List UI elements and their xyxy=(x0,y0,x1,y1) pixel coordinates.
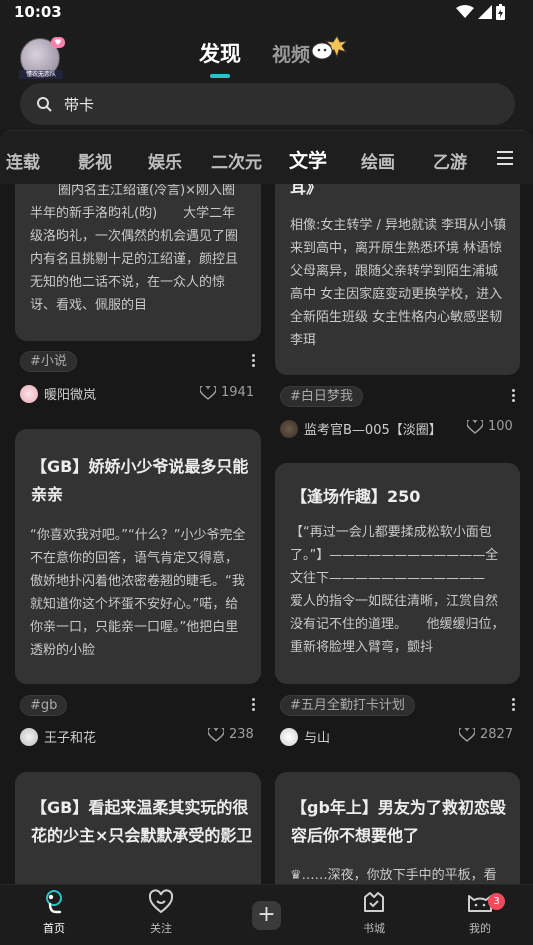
heart-icon: ♥ xyxy=(51,37,65,48)
category-film[interactable]: 影视 xyxy=(78,148,112,173)
post-tag[interactable]: #gb xyxy=(20,695,68,716)
like-count[interactable]: 2827 xyxy=(459,727,513,742)
heart-outline-icon xyxy=(200,385,216,400)
header: ♥ 懂农无恋队 发现 视频 带卡 xyxy=(0,24,533,130)
like-count[interactable]: 100 xyxy=(467,419,513,434)
like-number: 1941 xyxy=(221,385,255,400)
create-post-button[interactable]: + xyxy=(252,901,281,930)
category-literature[interactable]: 文学 xyxy=(289,146,327,173)
post-card[interactable]: 圈内名主江绍谨(冷言)×刚入圈半年的新手洛昀礼(昀) 大学二年级洛昀礼，一次偶然… xyxy=(15,184,261,341)
author-name: 暖阳微岚 xyxy=(44,388,97,403)
nav-home[interactable]: 首页 xyxy=(24,889,84,936)
battery-icon xyxy=(496,4,505,20)
video-cat-icon xyxy=(311,35,349,60)
post-excerpt: 圈内名主江绍谨(冷言)×刚入圈半年的新手洛昀礼(昀) 大学二年级洛昀礼，一次偶然… xyxy=(30,184,239,313)
post-title: 【gb年上】男友为了救初恋毁容后你不想要他了 xyxy=(291,798,506,845)
like-number: 2827 xyxy=(480,727,514,742)
plus-icon: + xyxy=(257,902,276,927)
nav-profile-label: 我的 xyxy=(469,922,491,935)
tab-discover[interactable]: 发现 xyxy=(199,38,241,68)
heart-outline-icon xyxy=(208,727,224,742)
heart-outline-icon xyxy=(459,727,475,742)
category-bar: 连载 影视 娱乐 二次元 文学 绘画 乙游 xyxy=(0,130,533,184)
search-query: 带卡 xyxy=(64,96,95,114)
like-number: 100 xyxy=(488,419,513,434)
home-icon xyxy=(46,890,62,914)
post-title: 【逢场作趣】250 xyxy=(291,487,421,506)
post-author[interactable]: 监考官B—005【淡圈】 xyxy=(280,419,442,438)
post-author[interactable]: 王子和花 xyxy=(20,727,96,746)
like-count[interactable]: 238 xyxy=(208,727,254,742)
user-avatar[interactable]: ♥ 懂农无恋队 xyxy=(19,37,65,79)
author-name: 王子和花 xyxy=(44,731,97,746)
post-card[interactable]: 【GB】看起来温柔其实玩的很花的少主×只会默默承受的影卫 xyxy=(15,772,261,884)
author-name: 与山 xyxy=(304,731,331,746)
heart-outline-icon xyxy=(467,419,483,434)
post-tag[interactable]: #小说 xyxy=(20,351,77,372)
post-tag[interactable]: #五月全勤打卡计划 xyxy=(280,695,415,716)
post-excerpt: 相像:女主转学 / 异地就读 李珥从小镇来到高中，离开原生熟悉环境 林语惊父母离… xyxy=(290,218,507,348)
nav-follow-label: 关注 xyxy=(150,922,172,935)
like-number: 238 xyxy=(229,727,254,742)
category-painting[interactable]: 绘画 xyxy=(361,148,395,173)
like-count[interactable]: 1941 xyxy=(200,385,254,400)
follow-heart-icon xyxy=(148,889,174,914)
more-options-icon[interactable] xyxy=(508,696,518,714)
menu-icon[interactable] xyxy=(497,151,513,165)
post-excerpt: “你喜欢我对吧。”“什么？”小少爷完全不在意你的回答，语气肯定又得意，傲娇地扑闪… xyxy=(30,528,246,658)
author-avatar xyxy=(280,419,298,438)
category-otome[interactable]: 乙游 xyxy=(433,148,467,173)
post-title: 耳》 xyxy=(290,184,323,197)
post-card[interactable]: 【GB】娇娇小少爷说最多只能亲亲 “你喜欢我对吧。”“什么？”小少爷完全不在意你… xyxy=(15,429,261,684)
notification-badge: 3 xyxy=(488,893,505,910)
author-avatar xyxy=(20,727,38,746)
feed: 圈内名主江绍谨(冷言)×刚入圈半年的新手洛昀礼(昀) 大学二年级洛昀礼，一次偶然… xyxy=(0,184,533,884)
search-bar[interactable]: 带卡 xyxy=(20,83,515,125)
more-options-icon[interactable] xyxy=(508,387,518,405)
status-icons xyxy=(456,4,505,20)
post-title: 【GB】娇娇小少爷说最多只能亲亲 xyxy=(31,457,249,504)
avatar-caption: 懂农无恋队 xyxy=(19,70,63,79)
search-icon xyxy=(37,97,52,112)
wifi-icon xyxy=(456,5,474,18)
post-card[interactable]: 耳》 相像:女主转学 / 异地就读 李珥从小镇来到高中，离开原生熟悉环境 林语惊… xyxy=(275,184,520,375)
more-options-icon[interactable] xyxy=(248,352,258,370)
nav-bookstore[interactable]: 书城 xyxy=(344,889,404,936)
active-tab-indicator xyxy=(210,74,230,78)
bottom-nav: 首页 关注 + 书城 我的 3 xyxy=(0,884,533,945)
category-acg[interactable]: 二次元 xyxy=(211,148,262,173)
post-card[interactable]: 【gb年上】男友为了救初恋毁容后你不想要他了 ♛……深夜，你放下手中的平板，看 xyxy=(275,772,520,884)
post-tag[interactable]: #白日梦我 xyxy=(280,386,363,407)
nav-bookstore-label: 书城 xyxy=(363,922,385,935)
post-excerpt: 【“再过一会儿都要揉成松软小面包了。”】————————————全文往下————… xyxy=(290,525,512,655)
more-options-icon[interactable] xyxy=(248,696,258,714)
tab-video[interactable]: 视频 xyxy=(272,40,310,67)
post-excerpt: ♛……深夜，你放下手中的平板，看 xyxy=(290,868,497,883)
category-entertainment[interactable]: 娱乐 xyxy=(148,148,182,173)
status-time: 10:03 xyxy=(14,3,62,21)
category-serial[interactable]: 连载 xyxy=(6,148,40,173)
nav-home-label: 首页 xyxy=(43,922,65,935)
post-card[interactable]: 【逢场作趣】250 【“再过一会儿都要揉成松软小面包了。”】——————————… xyxy=(275,463,520,684)
post-title: 【GB】看起来温柔其实玩的很花的少主×只会默默承受的影卫 xyxy=(31,798,253,845)
post-author[interactable]: 暖阳微岚 xyxy=(20,384,96,403)
post-author[interactable]: 与山 xyxy=(280,727,330,746)
bookstore-icon xyxy=(364,892,384,912)
author-name: 监考官B—005【淡圈】 xyxy=(304,423,442,438)
nav-follow[interactable]: 关注 xyxy=(131,889,191,936)
author-avatar xyxy=(20,384,38,403)
author-avatar xyxy=(280,727,298,746)
status-bar: 10:03 xyxy=(0,0,533,24)
signal-icon xyxy=(478,5,492,19)
